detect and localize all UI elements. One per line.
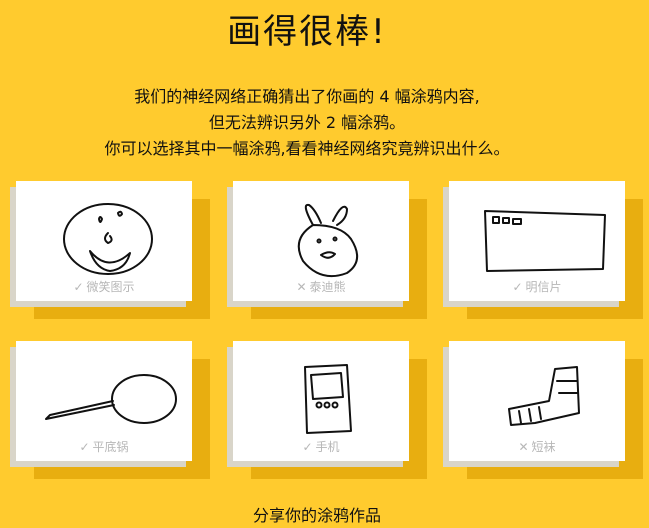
description-line-1: 我们的神经网络正确猜出了你画的 4 幅涂鸦内容, — [134, 87, 480, 106]
drawing-label: 泰迪熊 — [309, 280, 346, 294]
recognized-check-icon: ✓ — [79, 440, 90, 454]
share-drawings-link[interactable]: 分享你的涂鸦作品 — [0, 502, 634, 526]
not-recognized-x-icon: ✕ — [296, 280, 307, 294]
drawing-caption: ✓ 手机 — [233, 438, 409, 455]
recognized-check-icon: ✓ — [512, 280, 523, 294]
description-line-3: 你可以选择其中一幅涂鸦,看看神经网络究竟辨识出什么。 — [104, 139, 510, 158]
drawing-label: 短袜 — [531, 440, 556, 454]
description-line-2: 但无法辨识另外 2 幅涂鸦。 — [208, 113, 406, 132]
drawing-label: 平底锅 — [92, 440, 129, 454]
drawing-card-teddy-bear[interactable]: ✕ 泰迪熊 — [233, 181, 409, 301]
drawing-caption: ✕ 泰迪熊 — [233, 278, 409, 295]
result-description: 我们的神经网络正确猜出了你画的 4 幅涂鸦内容, 但无法辨识另外 2 幅涂鸦。 … — [0, 84, 614, 162]
drawing-label: 手机 — [315, 440, 340, 454]
drawing-label: 明信片 — [525, 280, 562, 294]
drawing-caption: ✓ 微笑图示 — [16, 278, 192, 295]
drawing-card-smiley[interactable]: ✓ 微笑图示 — [16, 181, 192, 301]
drawing-card-cellphone[interactable]: ✓ 手机 — [233, 341, 409, 461]
drawing-label: 微笑图示 — [86, 280, 135, 294]
drawing-caption: ✓ 平底锅 — [16, 438, 192, 455]
drawing-caption: ✓ 明信片 — [449, 278, 625, 295]
drawing-card-frying-pan[interactable]: ✓ 平底锅 — [16, 341, 192, 461]
page-title: 画得很棒! — [227, 12, 387, 52]
recognized-check-icon: ✓ — [302, 440, 313, 454]
drawing-card-postcard[interactable]: ✓ 明信片 — [449, 181, 625, 301]
recognized-check-icon: ✓ — [73, 280, 84, 294]
drawing-card-sock[interactable]: ✕ 短袜 — [449, 341, 625, 461]
not-recognized-x-icon: ✕ — [518, 440, 529, 454]
drawing-caption: ✕ 短袜 — [449, 438, 625, 455]
